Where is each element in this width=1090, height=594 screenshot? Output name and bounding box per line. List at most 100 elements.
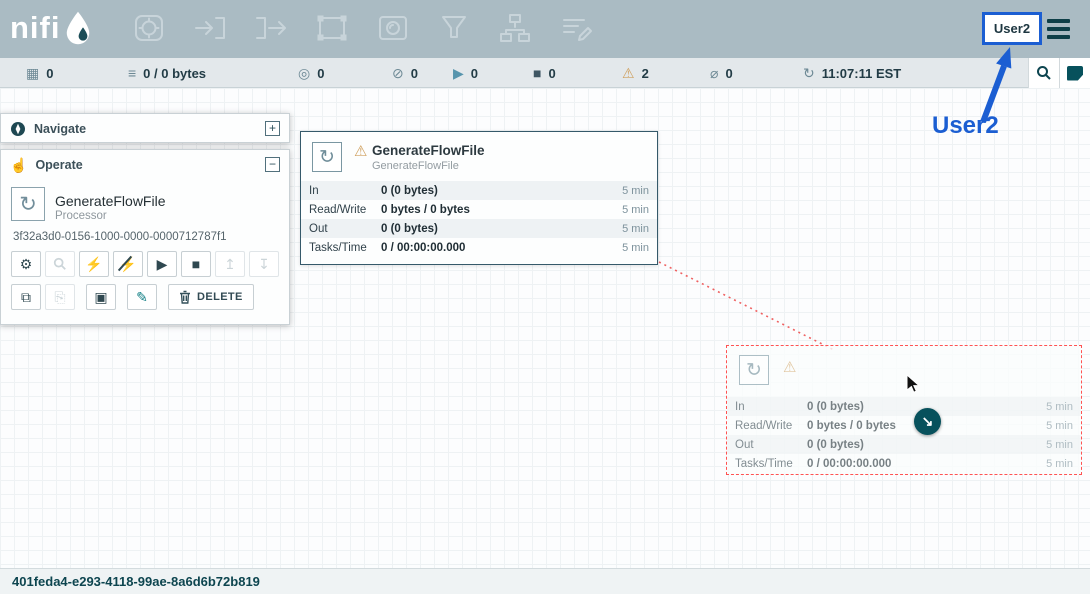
stopped-square-icon: ■ (533, 66, 541, 80)
table-row: In 0 (0 bytes) 5 min (727, 397, 1081, 416)
table-row: Out 0 (0 bytes) 5 min (727, 435, 1081, 454)
processor-stats: In 0 (0 bytes) 5 min Read/Write 0 bytes … (301, 181, 657, 257)
active-threads-indicator: ▦ 0 (26, 58, 53, 88)
refresh-icon[interactable]: ↻ (803, 66, 815, 80)
stat-label: In (309, 185, 381, 197)
menu-bar (1047, 19, 1070, 23)
disabled-indicator: ⌀ 0 (710, 58, 733, 88)
transmitting-icon: ◎ (298, 66, 310, 80)
queued-indicator: ≡ 0 / 0 bytes (128, 58, 206, 88)
stopped-indicator: ■ 0 (533, 58, 556, 88)
stat-value: 0 / 00:00:00.000 (807, 458, 1046, 470)
mouse-cursor-icon (906, 374, 921, 394)
stat-window: 5 min (1046, 439, 1073, 451)
processor-name: GenerateFlowFile (372, 143, 485, 158)
process-group-icon[interactable] (313, 8, 351, 48)
copy-icon: ⧉ (21, 289, 31, 306)
stop-button[interactable]: ■ (181, 251, 211, 277)
stat-label: Read/Write (309, 204, 381, 216)
navigate-title: Navigate (34, 122, 257, 136)
expand-navigate-button[interactable]: + (265, 121, 280, 136)
operate-button-row-1: ⚙ ⚡ ⚡ ▶ ■ ↥ ↧ (11, 251, 283, 277)
flow-canvas[interactable]: Navigate + ☝ Operate − ↻ GenerateFlowFil… (0, 88, 1090, 568)
output-port-icon[interactable] (252, 8, 290, 48)
invalid-count: 2 (642, 66, 649, 81)
start-button[interactable]: ▶ (147, 251, 177, 277)
processor-drag-copy[interactable]: ↻ ⚠ In 0 (0 bytes) 5 min Read/Write 0 by… (726, 345, 1082, 475)
processor-icon-box: ↻ (739, 355, 769, 385)
processor-glyph-icon: ↻ (746, 359, 762, 382)
running-count: 0 (471, 66, 478, 81)
operate-title: Operate (35, 158, 257, 172)
not-transmitting-indicator: ⊘ 0 (392, 58, 418, 88)
create-template-button[interactable]: ↧ (249, 251, 279, 277)
status-bar: ▦ 0 ≡ 0 / 0 bytes ◎ 0 ⊘ 0 ▶ 0 ■ 0 ⚠ 2 ⌀ … (0, 58, 1090, 88)
navigate-header: Navigate + (1, 114, 289, 143)
running-indicator: ▶ 0 (453, 58, 478, 88)
funnel-icon[interactable] (435, 8, 473, 48)
template-icon[interactable] (496, 8, 534, 48)
menu-bar (1047, 35, 1070, 39)
search-related-button[interactable] (45, 251, 75, 277)
stat-label: Tasks/Time (309, 242, 381, 254)
nifi-droplet-icon (63, 10, 93, 46)
stat-window: 5 min (622, 242, 649, 254)
collapse-operate-button[interactable]: − (265, 157, 280, 172)
bulletin-board-button[interactable] (1059, 58, 1090, 88)
stat-window: 5 min (1046, 458, 1073, 470)
processor-icon-box: ↻ (312, 142, 342, 172)
hand-icon: ☝ (10, 158, 27, 172)
stat-window: 5 min (622, 185, 649, 197)
table-row: Tasks/Time 0 / 00:00:00.000 5 min (301, 238, 657, 257)
not-transmitting-icon: ⊘ (392, 66, 404, 80)
menu-bar (1047, 27, 1070, 31)
delete-button[interactable]: DELETE (168, 284, 254, 310)
processor-header: ↻ ⚠ (727, 346, 1081, 397)
processor-icon[interactable] (130, 8, 168, 48)
stat-label: In (735, 401, 807, 413)
footer: 401feda4-e293-4118-99ae-8a6d6b72b819 (0, 568, 1090, 594)
group-button[interactable]: ▣ (86, 284, 116, 310)
brush-icon: ✎ (136, 289, 148, 306)
disable-button[interactable]: ⚡ (113, 251, 143, 277)
processor-generateflowfile[interactable]: ↻ ⚠ GenerateFlowFile GenerateFlowFile In… (300, 131, 658, 265)
stat-window: 5 min (1046, 420, 1073, 432)
label-icon[interactable] (557, 8, 595, 48)
component-toolbar (130, 8, 595, 48)
processor-drag-copy-content: ↻ ⚠ In 0 (0 bytes) 5 min Read/Write 0 by… (727, 346, 1081, 473)
remote-process-group-icon[interactable] (374, 8, 412, 48)
lightning-slash-icon: ⚡ (119, 256, 136, 273)
warning-icon: ⚠ (783, 360, 796, 375)
table-row: Out 0 (0 bytes) 5 min (301, 219, 657, 238)
invalid-warning-icon: ⚠ (622, 66, 635, 80)
stat-value: 0 (0 bytes) (807, 439, 1046, 451)
stat-value: 0 / 00:00:00.000 (381, 242, 622, 254)
search-icon (53, 257, 67, 271)
queue-list-icon: ≡ (128, 66, 136, 80)
fill-color-button[interactable]: ✎ (127, 284, 157, 310)
processor-glyph-icon: ↻ (19, 192, 37, 217)
paste-button[interactable]: ⎘ (45, 284, 75, 310)
play-icon: ▶ (157, 256, 168, 273)
logo-text: nifi (10, 8, 61, 48)
drop-indicator-icon: ↘ (914, 408, 941, 435)
lightning-icon: ⚡ (85, 256, 102, 273)
delete-label: DELETE (197, 291, 243, 303)
bulletin-icon (1067, 66, 1083, 81)
operate-panel: ☝ Operate − ↻ GenerateFlowFile Processor… (0, 149, 290, 325)
stat-label: Out (735, 439, 807, 451)
last-refresh[interactable]: ↻ 11:07:11 EST (803, 58, 901, 88)
global-menu-button[interactable] (1047, 19, 1070, 39)
selected-processor-icon-box: ↻ (11, 187, 45, 221)
current-user-button[interactable]: User2 (982, 12, 1042, 45)
enable-button[interactable]: ⚡ (79, 251, 109, 277)
search-button[interactable] (1028, 58, 1059, 88)
processor-glyph-icon: ↻ (319, 146, 335, 169)
settings-button[interactable]: ⚙ (11, 251, 41, 277)
processor-stats: In 0 (0 bytes) 5 min Read/Write 0 bytes … (727, 397, 1081, 473)
operate-button-row-2: ⧉ ⎘ ▣ ✎ DELETE (11, 284, 258, 310)
upload-template-button[interactable]: ↥ (215, 251, 245, 277)
copy-button[interactable]: ⧉ (11, 284, 41, 310)
input-port-icon[interactable] (191, 8, 229, 48)
search-icon (1036, 65, 1052, 81)
